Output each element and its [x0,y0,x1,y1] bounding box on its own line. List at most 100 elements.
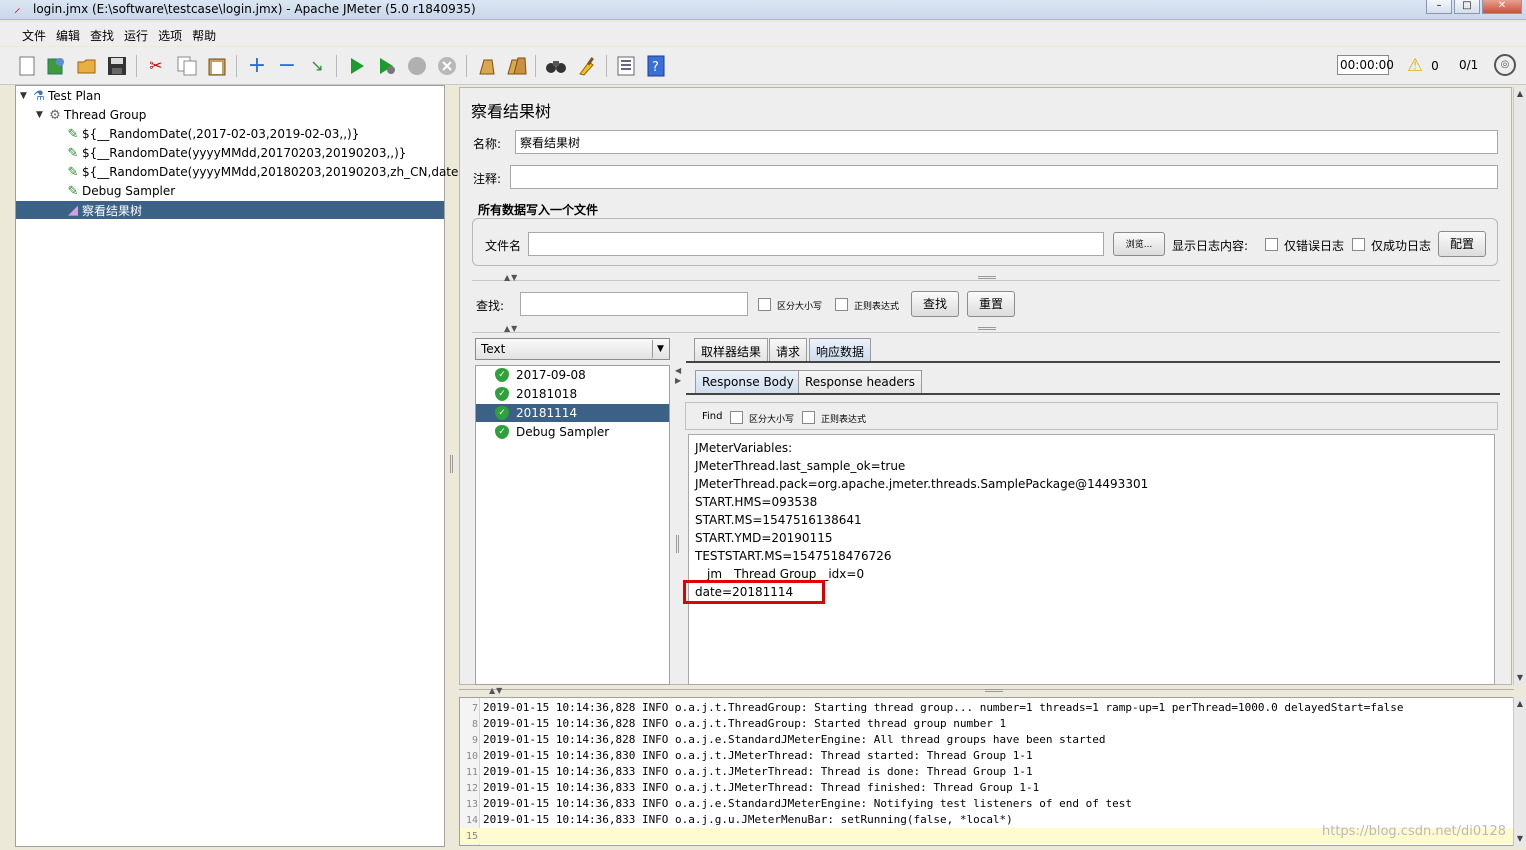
splitter-grip[interactable] [978,276,996,279]
configure-button[interactable]: 配置 [1438,231,1486,257]
maximize-icon[interactable]: □ [1454,0,1480,14]
tab-response-body[interactable]: Response Body [695,370,801,394]
errors-only-checkbox[interactable] [1265,238,1278,251]
split-arrows-icon[interactable]: ▲▼ [504,273,518,282]
stop-icon[interactable] [406,55,428,77]
reset-button[interactable]: 重置 [967,291,1015,317]
tree-item-debug-sampler[interactable]: ✎ Debug Sampler [64,182,176,200]
open-icon[interactable] [76,55,98,77]
tree-item-test-plan[interactable]: ▼ ⚗ Test Plan [20,87,101,105]
split-arrows-icon[interactable]: ▲▼ [504,324,518,333]
result-label: Debug Sampler [516,425,610,439]
paste-icon[interactable] [206,55,228,77]
find-button[interactable]: 查找 [911,291,959,317]
templates-icon[interactable] [45,55,67,77]
chevron-down-icon[interactable]: ▼ [652,340,668,358]
splitter-grip[interactable] [978,327,996,330]
results-splitter[interactable] [673,335,683,685]
result-item[interactable]: ✓ 2017-09-08 [476,366,669,384]
tree-item-sampler[interactable]: ✎ ${__RandomDate(,2017-02-03,2019-02-03,… [64,125,360,143]
tab-response-data[interactable]: 响应数据 [809,338,872,362]
errors-only-label: 仅错误日志 [1284,239,1345,253]
clear-icon[interactable] [475,55,497,77]
desktop-edge [0,85,12,850]
body-line: TESTSTART.MS=1547518476726 [695,549,892,563]
success-shield-icon: ✓ [495,387,509,401]
scroll-down-icon[interactable]: ▼ [1514,832,1526,846]
tree-item-sampler[interactable]: ✎ ${__RandomDate(yyyyMMdd,20170203,20190… [64,144,407,162]
collapse-arrows-icon[interactable]: ◀ ▶ [675,366,681,386]
save-icon[interactable] [106,55,128,77]
active-threads: 0/1 [1459,58,1479,72]
menu-edit[interactable]: 编辑 [56,22,84,46]
toggle-icon[interactable]: ↘ [306,55,328,77]
splitter-grip[interactable] [985,689,1003,692]
browse-button[interactable]: 浏览... [1113,232,1165,256]
scroll-down-icon[interactable]: ▼ [1514,671,1526,685]
collapse-icon[interactable]: − [276,55,298,77]
new-icon[interactable] [16,55,38,77]
main-splitter[interactable] [447,85,457,685]
main-scrollbar[interactable]: ▲ ▼ [1513,87,1526,685]
expand-arrow-icon[interactable]: ▼ [20,91,30,101]
close-icon[interactable]: ✕ [1482,0,1522,14]
warning-indicator[interactable]: ⚠ 0 [1407,55,1439,76]
case-sensitive-checkbox[interactable] [758,298,771,311]
find-regex-label: 正则表达式 [821,415,867,425]
search-icon[interactable] [545,55,567,77]
log-scrollbar[interactable]: ▲ ▼ [1513,697,1526,846]
regex-checkbox[interactable] [835,298,848,311]
filename-field[interactable] [528,232,1104,256]
comment-field[interactable] [510,165,1498,189]
tree-item-sampler[interactable]: ✎ ${__RandomDate(yyyyMMdd,20180203,20190… [64,163,471,181]
start-no-pause-icon[interactable] [376,55,398,77]
copy-icon[interactable] [176,55,198,77]
name-field[interactable]: 察看结果树 [515,130,1498,154]
window-controls: – □ ✕ [1426,0,1522,14]
scroll-up-icon[interactable]: ▲ [1514,87,1526,101]
success-only-checkbox[interactable] [1352,238,1365,251]
body-line: JMeterThread.last_sample_ok=true [695,459,906,473]
clear-all-icon[interactable] [505,55,527,77]
expand-arrow-icon[interactable]: ▼ [36,110,46,120]
body-line: START.HMS=093538 [695,495,818,509]
tab-response-headers[interactable]: Response headers [798,370,922,394]
menu-help[interactable]: 帮助 [192,22,220,46]
result-item[interactable]: ✓ Debug Sampler [476,423,669,441]
regex-label: 正则表达式 [854,302,900,312]
menu-run[interactable]: 运行 [124,22,152,46]
tab-request[interactable]: 请求 [769,338,808,362]
find-regex-checkbox[interactable] [802,411,815,424]
renderer-select[interactable]: Text ▼ [475,338,670,360]
menu-options[interactable]: 选项 [158,22,186,46]
annotation-highlight-box [683,580,825,604]
write-to-file-title: 所有数据写入一个文件 [478,203,599,217]
shutdown-icon[interactable] [436,55,458,77]
find-case-label: 区分大小写 [749,415,795,425]
tree-item-view-results-tree[interactable]: ◢ 察看结果树 [16,201,444,219]
reset-search-icon[interactable] [576,55,598,77]
body-line: START.MS=1547516138641 [695,513,862,527]
scroll-up-icon[interactable]: ▲ [1514,697,1526,711]
help-icon[interactable]: ? [645,55,667,77]
remote-status-icon[interactable]: ◎ [1494,54,1516,76]
find-case-checkbox[interactable] [730,411,743,424]
result-item-selected[interactable]: ✓ 20181114 [476,404,669,422]
start-icon[interactable] [346,55,368,77]
expand-icon[interactable]: + [246,55,268,77]
split-arrows-icon[interactable]: ▲▼ [489,686,503,695]
tree-item-thread-group[interactable]: ▼ ⚙ Thread Group [36,106,146,124]
find-label: Find [702,411,723,422]
listener-icon: ◢ [68,202,78,218]
log-line: 11 2019-01-15 10:14:36,833 INFO o.a.j.t.J… [465,765,1033,778]
menu-search[interactable]: 查找 [90,22,118,46]
cut-icon[interactable]: ✂ [145,55,167,77]
window-titlebar[interactable]: ⸝ login.jmx (E:\software\testcase\login.… [0,0,1526,20]
minimize-icon[interactable]: – [1426,0,1452,14]
search-input[interactable] [520,292,748,316]
success-only-label: 仅成功日志 [1371,239,1432,253]
tab-sampler-result[interactable]: 取样器结果 [694,338,769,362]
function-helper-icon[interactable] [615,55,637,77]
result-item[interactable]: ✓ 20181018 [476,385,669,403]
menu-file[interactable]: 文件 [22,22,50,46]
